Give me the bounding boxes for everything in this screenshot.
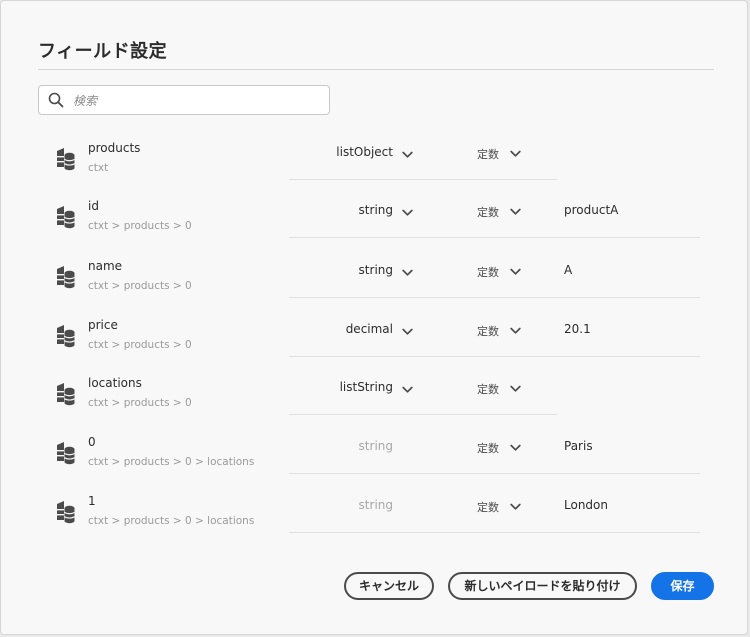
field-value[interactable]: A [564,263,572,277]
field-type-select[interactable]: string [291,202,413,222]
row-divider [289,237,557,238]
field-data-icon [54,205,76,229]
field-mode-label: 定数 [477,206,499,219]
field-value[interactable]: London [564,498,608,512]
value-divider [557,532,700,533]
field-row: name ctxt > products > 0 string 定数 A [1,259,749,318]
row-divider [289,356,557,357]
row-divider [289,473,557,474]
field-path: ctxt > products > 0 > locations [88,515,255,527]
field-type-label: decimal [345,322,393,336]
field-mode-select[interactable]: 定数 [467,144,523,164]
field-type-label: string [358,498,393,512]
field-data-icon [54,500,76,524]
field-data-icon [54,324,76,348]
chevron-down-icon [402,325,413,339]
field-name: locations [88,376,142,390]
value-divider [557,473,700,474]
chevron-down-icon [510,501,521,514]
field-name: id [88,199,99,213]
field-type-select[interactable]: listString [291,379,413,399]
chevron-down-icon [510,206,521,219]
chevron-down-icon [402,266,413,280]
field-name: price [88,318,118,332]
field-path: ctxt > products > 0 [88,339,192,351]
row-divider [289,532,557,533]
field-type-select[interactable]: decimal [291,321,413,341]
field-row: products ctxt listObject 定数 [1,141,749,200]
field-mode-label: 定数 [477,325,499,338]
field-data-icon [54,147,76,171]
field-mode-label: 定数 [477,383,499,396]
field-type-label: listObject [336,145,393,159]
field-mode-label: 定数 [477,442,499,455]
field-path: ctxt [88,162,109,174]
field-mode-select[interactable]: 定数 [467,321,523,341]
chevron-down-icon [510,266,521,279]
field-name: products [88,141,141,155]
chevron-down-icon [510,383,521,396]
paste-payload-button[interactable]: 新しいペイロードを貼り付け [448,572,637,600]
field-mode-select[interactable]: 定数 [467,497,523,517]
field-mode-select[interactable]: 定数 [467,202,523,222]
field-path: ctxt > products > 0 > locations [88,456,255,468]
field-mode-label: 定数 [477,266,499,279]
search-icon [48,92,64,108]
chevron-down-icon [510,442,521,455]
field-row: id ctxt > products > 0 string 定数 productA [1,199,749,258]
field-type-label: listString [339,380,393,394]
chevron-down-icon [510,325,521,338]
field-name: name [88,259,123,273]
field-value[interactable]: productA [564,203,618,217]
field-row: 0 ctxt > products > 0 > locations string 定数… [1,435,749,494]
chevron-down-icon [402,148,413,162]
field-data-icon [54,265,76,289]
field-mode-label: 定数 [477,148,499,161]
cancel-button[interactable]: キャンセル [344,572,434,600]
value-divider [557,356,700,357]
field-value[interactable]: 20.1 [564,322,591,336]
field-row: locations ctxt > products > 0 listString 定数 [1,376,749,435]
row-divider [289,414,557,415]
row-divider [289,179,557,180]
field-row: 1 ctxt > products > 0 > locations string 定数… [1,494,749,553]
field-mode-label: 定数 [477,501,499,514]
field-mode-select[interactable]: 定数 [467,379,523,399]
save-button[interactable]: 保存 [651,572,714,600]
field-path: ctxt > products > 0 [88,220,192,232]
field-name: 0 [88,435,96,449]
chevron-down-icon [402,206,413,220]
field-row: price ctxt > products > 0 decimal 定数 20.1 [1,318,749,377]
title-divider [38,69,714,70]
field-type-label: string [358,439,393,453]
field-path: ctxt > products > 0 [88,397,192,409]
field-type-select[interactable]: listObject [291,144,413,164]
value-divider [557,237,700,238]
field-type-select: string [291,438,413,458]
field-value[interactable]: Paris [564,439,593,453]
field-settings-dialog: フィールド設定 products ctxt listObject 定数 id ctxt >… [0,0,748,635]
field-type-select[interactable]: string [291,262,413,282]
field-data-icon [54,382,76,406]
chevron-down-icon [510,148,521,161]
field-data-icon [54,441,76,465]
field-mode-select[interactable]: 定数 [467,262,523,282]
field-name: 1 [88,494,96,508]
chevron-down-icon [402,383,413,397]
row-divider [289,297,557,298]
field-type-label: string [358,203,393,217]
search-input[interactable] [71,90,325,112]
field-type-select: string [291,497,413,517]
field-path: ctxt > products > 0 [88,280,192,292]
value-divider [557,297,700,298]
field-type-label: string [358,263,393,277]
search-box[interactable] [38,85,330,115]
dialog-title: フィールド設定 [38,41,168,62]
field-mode-select[interactable]: 定数 [467,438,523,458]
